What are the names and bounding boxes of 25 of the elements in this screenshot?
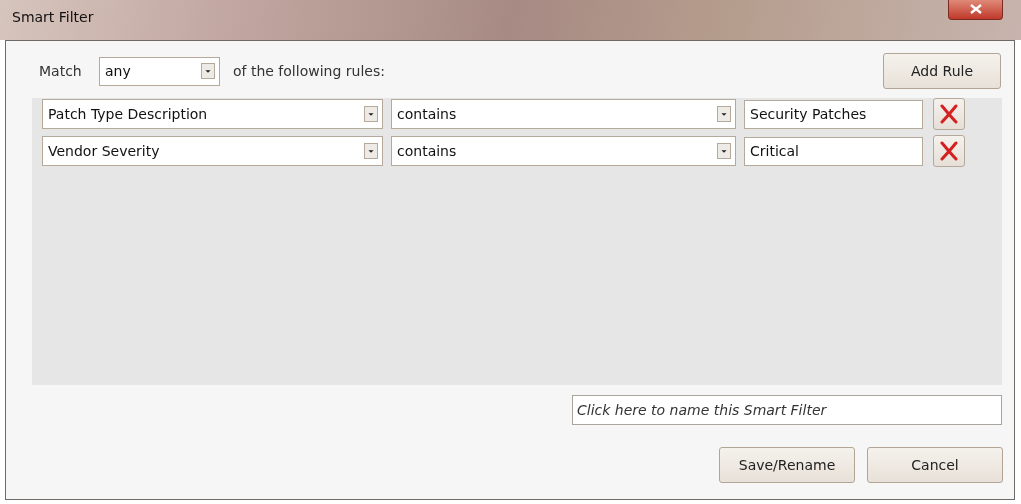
window-title: Smart Filter: [12, 9, 94, 25]
caret-icon: [364, 106, 378, 122]
dropdown[interactable]: contains: [391, 136, 736, 166]
dropdown[interactable]: Patch Type Description: [42, 99, 383, 129]
match-label: Match: [39, 63, 83, 79]
rules-label: of the following rules:: [233, 63, 386, 79]
delete-icon: [939, 141, 959, 161]
value-field[interactable]: Critical: [744, 136, 923, 166]
dropdown[interactable]: contains: [391, 99, 736, 129]
cancel-button[interactable]: Cancel: [867, 447, 1003, 483]
caret-icon: [364, 143, 378, 159]
close-button[interactable]: [948, 0, 1003, 20]
caret-icon: [201, 63, 215, 79]
value-field[interactable]: Security Patches: [744, 99, 923, 129]
dropdown[interactable]: any: [99, 56, 220, 86]
caret-icon: [717, 143, 731, 159]
add-rule-button[interactable]: Add Rule: [883, 53, 1001, 89]
name-field[interactable]: Click here to name this Smart Filter: [572, 395, 1002, 425]
dropdown[interactable]: Vendor Severity: [42, 136, 383, 166]
delete-icon: [939, 104, 959, 124]
close-icon: [969, 4, 982, 14]
caret-icon: [717, 106, 731, 122]
delete-rule-button[interactable]: [933, 135, 965, 167]
delete-rule-button[interactable]: [933, 98, 965, 130]
save-rename-button[interactable]: Save/Rename: [719, 447, 855, 483]
